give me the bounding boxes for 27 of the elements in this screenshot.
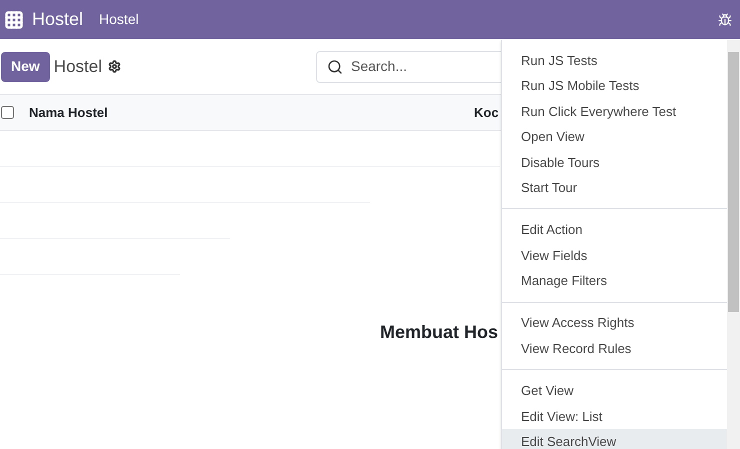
menu-item[interactable]: View Record Rules [502, 336, 727, 362]
new-button[interactable]: New [1, 52, 50, 82]
menu-item[interactable]: Start Tour [502, 174, 727, 200]
menu-item[interactable]: Open View [502, 124, 727, 150]
menu-item[interactable]: Edit View: List [502, 404, 727, 430]
column-header[interactable]: Koc [474, 102, 499, 122]
bug-icon[interactable] [718, 12, 732, 26]
menu-item[interactable]: Manage Filters [502, 268, 727, 294]
menu-item[interactable]: Disable Tours [502, 150, 727, 175]
menu-item[interactable]: View Access Rights [502, 310, 727, 336]
menu-item[interactable]: Edit Action [502, 217, 727, 243]
menu-item[interactable]: Run Click Everywhere Test [502, 98, 727, 124]
scrollbar[interactable] [727, 40, 740, 449]
menu-item[interactable]: Edit SearchView [502, 429, 727, 449]
menu-item[interactable]: Run JS Tests [502, 48, 727, 74]
breadcrumb: Hostel [54, 56, 102, 78]
menu-item[interactable]: Get View [502, 378, 727, 404]
empty-state-title: Membuat Hos [380, 322, 498, 342]
select-all-checkbox[interactable] [1, 106, 14, 119]
menu-item[interactable]: View Fields [502, 242, 727, 268]
app-name[interactable]: Hostel [32, 6, 84, 33]
column-header[interactable]: Nama Hostel [29, 102, 474, 122]
menu-item[interactable]: Run JS Mobile Tests [502, 73, 727, 99]
gear-icon[interactable] [108, 60, 121, 73]
apps-menu-icon[interactable] [4, 10, 24, 30]
menu-item[interactable]: Hostel [99, 9, 139, 30]
search-icon [326, 58, 343, 74]
